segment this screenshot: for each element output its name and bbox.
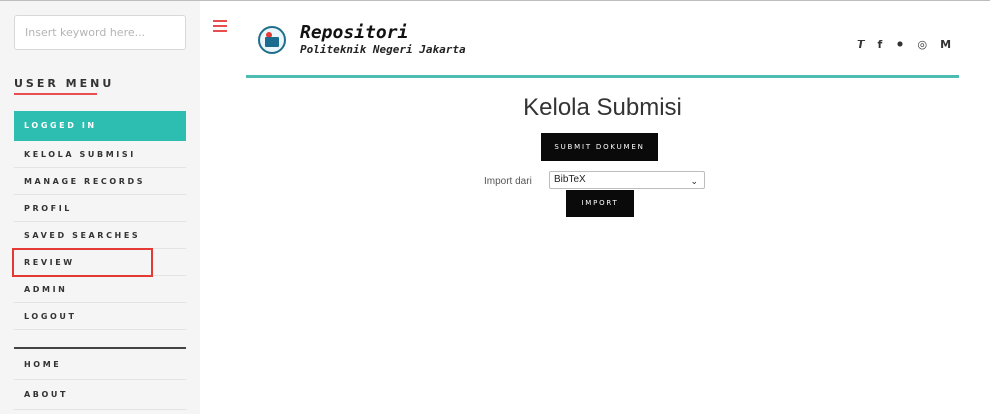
social-links: 𝙏 f ⚫ ◎ M <box>857 38 951 51</box>
sidebar-item-profil[interactable]: PROFIL <box>14 195 186 222</box>
sidebar-item-admin[interactable]: ADMIN <box>14 276 186 303</box>
sidebar-item-saved-searches[interactable]: SAVED SEARCHES <box>14 222 186 249</box>
submit-dokumen-button[interactable]: SUBMIT DOKUMEN <box>541 133 658 161</box>
review-highlight-box <box>12 248 153 277</box>
sidebar-item-manage-records[interactable]: MANAGE RECORDS <box>14 168 186 195</box>
import-format-select[interactable]: BibTeX ⌄ <box>549 171 705 189</box>
instagram-icon[interactable]: ◎ <box>918 38 928 51</box>
brand-title[interactable]: Repositori <box>300 22 408 43</box>
chevron-down-icon: ⌄ <box>690 176 698 186</box>
sidebar-item-about[interactable]: ABOUT <box>14 380 186 410</box>
menu-title-underline <box>14 93 97 95</box>
user-menu: LOGGED IN KELOLA SUBMISI MANAGE RECORDS … <box>14 111 186 330</box>
sidebar-item-home[interactable]: HOME <box>14 350 186 380</box>
import-button[interactable]: IMPORT <box>566 190 634 217</box>
twitter-icon[interactable]: 𝙏 <box>857 38 865 51</box>
brand-subtitle: Politeknik Negeri Jakarta <box>300 43 466 56</box>
pnj-logo[interactable] <box>258 26 286 54</box>
sidebar-divider <box>14 347 186 349</box>
search-input[interactable] <box>14 15 186 50</box>
import-format-value: BibTeX <box>554 174 586 185</box>
sidebar-item-logout[interactable]: LOGOUT <box>14 303 186 330</box>
user-menu-title: USER MENU <box>14 77 115 90</box>
snapchat-icon[interactable]: ⚫ <box>895 38 904 51</box>
site-nav: HOME ABOUT <box>14 350 186 410</box>
sidebar-item-kelola-submisi[interactable]: KELOLA SUBMISI <box>14 141 186 168</box>
sidebar: USER MENU LOGGED IN KELOLA SUBMISI MANAG… <box>0 1 200 414</box>
import-label: Import dari <box>484 176 532 187</box>
sidebar-item-logged-in[interactable]: LOGGED IN <box>14 111 186 141</box>
hamburger-menu-icon[interactable] <box>213 20 227 32</box>
facebook-icon[interactable]: f <box>878 38 883 51</box>
medium-icon[interactable]: M <box>940 38 951 51</box>
header-divider <box>246 75 959 78</box>
page-title: Kelola Submisi <box>523 94 682 121</box>
